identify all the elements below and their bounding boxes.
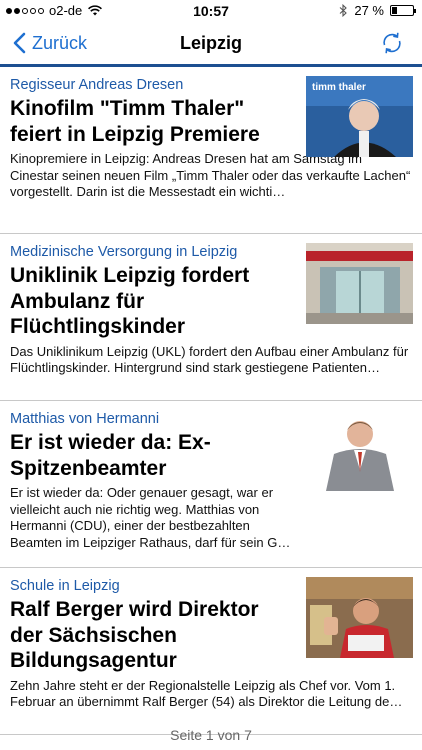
status-bar: o2-de 10:57 27 % <box>0 0 422 22</box>
refresh-icon[interactable] <box>380 31 404 55</box>
chevron-left-icon <box>13 32 26 54</box>
article-list: Regisseur Andreas Dresen Kinofilm "Timm … <box>0 67 422 735</box>
article-image <box>306 577 413 658</box>
article-item[interactable]: Matthias von Hermanni Er ist wieder da: … <box>0 401 422 568</box>
article-image <box>306 243 413 324</box>
article-item[interactable]: Medizinische Versorgung in Leipzig Unikl… <box>0 234 422 401</box>
article-teaser: Das Uniklinikum Leipzig (UKL) fordert de… <box>10 343 409 376</box>
article-image <box>306 410 413 491</box>
article-teaser: Zehn Jahre steht er der Regionalstelle L… <box>10 677 403 710</box>
back-button-label: Zurück <box>32 32 88 53</box>
image-text: timm thaler <box>312 82 366 93</box>
article-headline: Er ist wieder da: Ex-Spitzenbeamter <box>10 431 211 480</box>
article-headline: Kinofilm "Timm Thaler" feiert in Leipzig… <box>10 97 260 146</box>
article-teaser: Kinopremiere in Leipzig: Andreas Dresen … <box>10 151 411 199</box>
navigation-bar: Zurück Leipzig <box>0 22 422 66</box>
battery-percent: 27 % <box>354 3 384 18</box>
article-teaser: Er ist wieder da: Oder genauer gesagt, w… <box>10 485 291 550</box>
article-image: timm thaler <box>306 76 413 157</box>
back-button[interactable]: Zurück <box>12 32 87 54</box>
battery-icon <box>390 5 416 16</box>
status-right: 27 % <box>339 3 416 18</box>
page-indicator: Seite 1 von 7 <box>170 727 252 743</box>
article-headline: Ralf Berger wird Direktor der Sächsische… <box>10 598 259 672</box>
bluetooth-icon <box>339 4 348 17</box>
article-item[interactable]: Schule in Leipzig Ralf Berger wird Direk… <box>0 568 422 735</box>
article-item[interactable]: Regisseur Andreas Dresen Kinofilm "Timm … <box>0 67 422 234</box>
article-headline: Uniklinik Leipzig fordert Ambulanz für F… <box>10 264 250 338</box>
